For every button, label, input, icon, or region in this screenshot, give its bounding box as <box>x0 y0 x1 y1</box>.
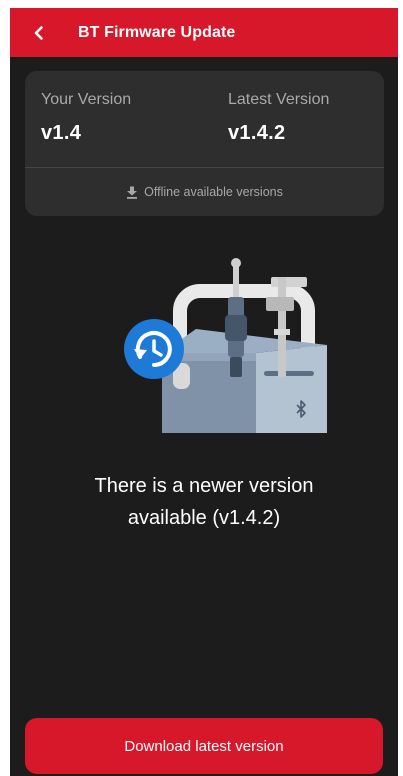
current-version-label: Your Version <box>41 91 132 108</box>
download-latest-label: Download latest version <box>124 737 284 755</box>
offline-versions-label: Offline available versions <box>144 185 283 199</box>
app-bar: BT Firmware Update <box>10 8 398 57</box>
chevron-left-icon <box>34 25 43 40</box>
update-message-line1: There is a newer version <box>94 475 314 497</box>
update-clock-icon <box>124 319 184 379</box>
page-title: BT Firmware Update <box>78 23 236 41</box>
app-screen: BT Firmware Update Your Version v1.4 Lat… <box>10 8 398 776</box>
current-version-value: v1.4 <box>41 122 82 144</box>
firmware-update-illustration <box>124 258 327 433</box>
current-version: Your Version v1.4 <box>41 91 131 145</box>
download-icon <box>127 186 138 199</box>
offline-versions-link[interactable]: Offline available versions <box>25 168 384 216</box>
update-message: There is a newer version available (v1.4… <box>10 470 398 534</box>
download-latest-button[interactable]: Download latest version <box>25 718 383 774</box>
latest-version-value: v1.4.2 <box>228 122 286 144</box>
back-button[interactable] <box>20 8 58 57</box>
update-message-line2: available (v1.4.2) <box>127 507 281 529</box>
latest-version-label: Latest Version <box>228 91 330 108</box>
version-card: Your Version v1.4 Latest Version v1.4.2 … <box>25 71 384 216</box>
latest-version: Latest Version v1.4.2 <box>228 91 329 145</box>
